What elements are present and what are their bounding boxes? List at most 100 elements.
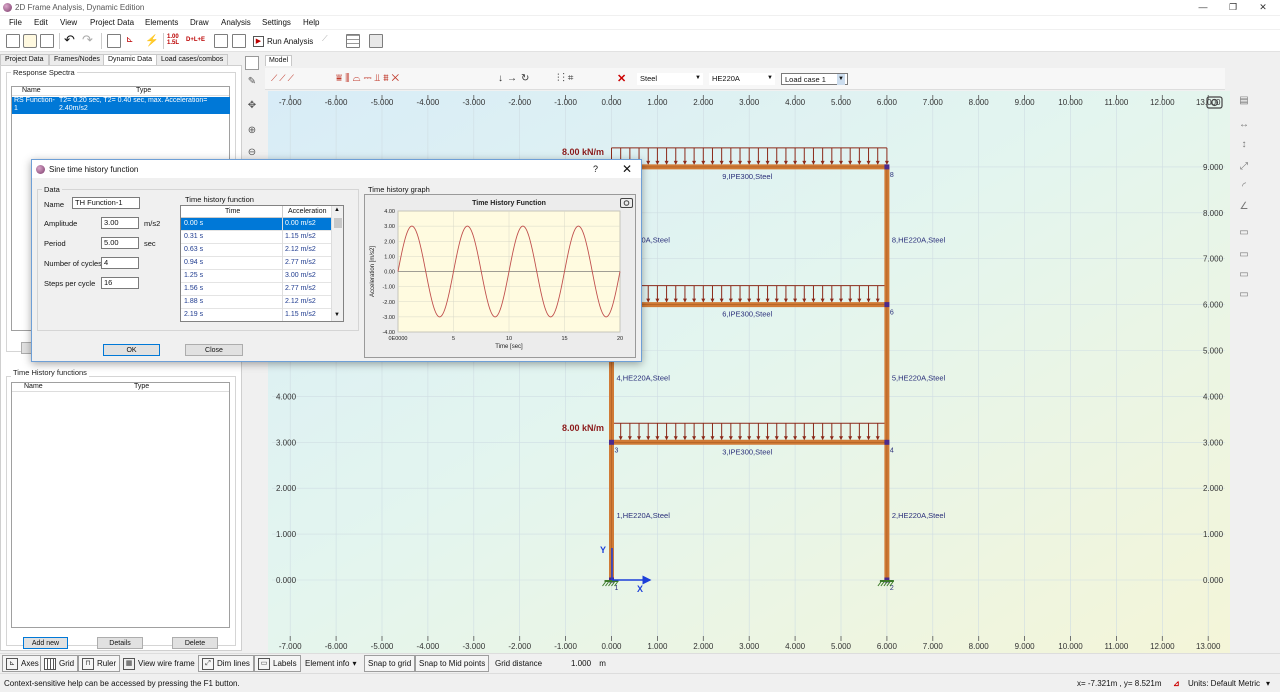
menu-draw[interactable]: Draw <box>190 18 209 27</box>
delete-button[interactable]: Delete <box>172 637 218 649</box>
grid-toggle[interactable]: Grid <box>40 655 79 672</box>
scroll-down-icon[interactable]: ▼ <box>334 312 340 318</box>
tab-dynamic-data[interactable]: Dynamic Data <box>103 54 157 65</box>
tab-model[interactable]: Model <box>265 55 292 66</box>
dialog-close-icon[interactable]: ✕ <box>622 162 632 176</box>
dialog-help-button[interactable]: ? <box>593 164 598 174</box>
properties-icon[interactable]: ▤ <box>1237 94 1251 108</box>
restore-button[interactable]: ❐ <box>1226 2 1240 13</box>
tab-load-cases[interactable]: Load cases/combos <box>156 54 229 65</box>
run-analysis-button[interactable]: ▶ Run Analysis <box>253 33 313 49</box>
menu-analysis[interactable]: Analysis <box>221 18 251 27</box>
load-factor-icon[interactable]: 1.00 1.5L <box>167 34 179 46</box>
info-icon[interactable] <box>214 34 228 48</box>
arc-dimension-icon[interactable]: ◜ <box>1237 180 1251 194</box>
select-icon[interactable] <box>245 56 259 70</box>
grid-distance-input[interactable]: 1.000 m <box>568 655 609 672</box>
ok-button[interactable]: OK <box>103 344 160 356</box>
angle-icon[interactable]: ∠ <box>1237 200 1251 214</box>
deformed-shape-icon[interactable]: ⟋ <box>322 34 336 48</box>
load-case-select[interactable]: Load case 1 ▼ <box>781 73 848 85</box>
response-spectra-row[interactable]: RS Function-1 T2= 0.20 sec, T2= 0.40 sec… <box>12 97 230 114</box>
menu-elements[interactable]: Elements <box>145 18 178 27</box>
pan-icon[interactable]: ✥ <box>245 99 259 113</box>
right-scroll-area[interactable] <box>1268 54 1280 652</box>
scroll-up-icon[interactable]: ▲ <box>334 207 340 213</box>
table-icon[interactable] <box>346 34 360 48</box>
minimize-button[interactable]: — <box>1196 2 1210 13</box>
axes-toggle[interactable]: ⊾ Axes <box>2 655 43 672</box>
table-row[interactable]: 2.19 s 1.15 m/s2 <box>181 309 331 321</box>
table-row[interactable]: 0.63 s 2.12 m/s2 <box>181 244 331 257</box>
axis-icon[interactable]: ⊾ <box>126 34 140 48</box>
node[interactable] <box>884 439 890 445</box>
chevron-down-icon[interactable]: ▾ <box>1266 679 1270 688</box>
node[interactable] <box>884 164 890 170</box>
open-folder-icon[interactable] <box>23 34 37 48</box>
distributed-load-icons[interactable]: ⫶⁝⌗ <box>557 73 607 85</box>
cycles-field[interactable]: 4 <box>101 257 139 269</box>
note-icon[interactable]: ▭ <box>1237 248 1251 262</box>
table-scrollbar[interactable]: ▲ ▼ <box>331 206 343 321</box>
labels-toggle[interactable]: ▭ Labels <box>254 655 301 672</box>
units-selector[interactable]: Units: Default Metric <box>1188 679 1260 688</box>
load-combo-icon[interactable]: D+L+E <box>186 37 205 43</box>
element-info-dropdown[interactable]: Element info ▾ <box>302 655 359 672</box>
menu-edit[interactable]: Edit <box>34 18 48 27</box>
dimension-aligned-icon[interactable]: ⤢ <box>1237 160 1251 174</box>
ruler-toggle[interactable]: ⊓ Ruler <box>78 655 121 672</box>
name-field[interactable]: TH Function-1 <box>72 197 140 209</box>
table-row[interactable]: 0.94 s 2.77 m/s2 <box>181 257 331 270</box>
table-row[interactable]: 0.00 s 0.00 m/s2 <box>181 218 331 231</box>
details-button[interactable]: Details <box>97 637 143 649</box>
zoom-out-icon[interactable]: ⊖ <box>245 146 259 160</box>
graph-camera-icon[interactable] <box>620 197 633 208</box>
copy-icon[interactable] <box>369 34 383 48</box>
table-row[interactable]: 1.25 s 3.00 m/s2 <box>181 270 331 283</box>
scroll-thumb[interactable] <box>334 218 342 228</box>
dimension-horizontal-icon[interactable]: ↔ <box>1237 118 1251 132</box>
delete-icon[interactable]: ✕ <box>617 72 629 85</box>
snap-to-mid-toggle[interactable]: Snap to Mid points <box>415 655 490 672</box>
menu-project-data[interactable]: Project Data <box>90 18 134 27</box>
table-row[interactable]: 0.31 s 1.15 m/s2 <box>181 231 331 244</box>
menu-settings[interactable]: Settings <box>262 18 291 27</box>
period-field[interactable]: 5.00 <box>101 237 139 249</box>
node[interactable] <box>884 302 890 308</box>
comment-icon[interactable]: ▭ <box>1237 226 1251 240</box>
close-window-button[interactable]: ✕ <box>1256 2 1270 13</box>
new-file-icon[interactable] <box>6 34 20 48</box>
draw-member-icons[interactable]: ⟋⟋⟋ <box>271 73 331 85</box>
zoom-in-icon[interactable]: ⊕ <box>245 124 259 138</box>
tab-project-data[interactable]: Project Data <box>0 54 49 65</box>
menu-help[interactable]: Help <box>303 18 319 27</box>
note-edit-icon[interactable]: ▭ <box>1237 268 1251 282</box>
close-button[interactable]: Close <box>185 344 243 356</box>
dimension-vertical-icon[interactable]: ↕ <box>1237 138 1251 152</box>
redo-icon[interactable]: ↷ <box>82 33 96 48</box>
material-select[interactable]: Steel ▼ <box>637 73 703 85</box>
steps-field[interactable]: 16 <box>101 277 139 289</box>
time-history-list[interactable]: Name Type <box>11 382 230 628</box>
support-icons[interactable]: ⩸⫼⌓⎓⫫⩩✕ <box>336 73 451 85</box>
add-new-button[interactable]: Add new <box>23 637 68 649</box>
table-row[interactable]: 1.56 s 2.77 m/s2 <box>181 283 331 296</box>
moment-icon[interactable]: ⚡ <box>145 34 159 48</box>
edit-icon[interactable]: ✎ <box>245 75 259 89</box>
amplitude-field[interactable]: 3.00 <box>101 217 139 229</box>
undo-icon[interactable]: ↶ <box>64 33 78 48</box>
time-history-table[interactable]: Time Acceleration 0.00 s 0.00 m/s2 0.31 s 1… <box>180 205 344 322</box>
dim-lines-toggle[interactable]: ⤢ Dim lines <box>198 655 254 672</box>
save-icon[interactable] <box>40 34 54 48</box>
wire-frame-toggle[interactable]: ▦ View wire frame <box>120 655 198 672</box>
report-icon[interactable] <box>107 34 121 48</box>
check-icon[interactable] <box>232 34 246 48</box>
section-select[interactable]: HE220A ▼ <box>709 73 775 85</box>
tab-frames-nodes[interactable]: Frames/Nodes <box>49 54 105 65</box>
table-row[interactable]: 1.88 s 2.12 m/s2 <box>181 296 331 309</box>
menu-file[interactable]: File <box>9 18 22 27</box>
load-icons[interactable]: ↓→↻ <box>498 73 558 85</box>
snap-to-grid-toggle[interactable]: Snap to grid <box>364 655 416 672</box>
note-delete-icon[interactable]: ▭ <box>1237 288 1251 302</box>
menu-view[interactable]: View <box>60 18 77 27</box>
